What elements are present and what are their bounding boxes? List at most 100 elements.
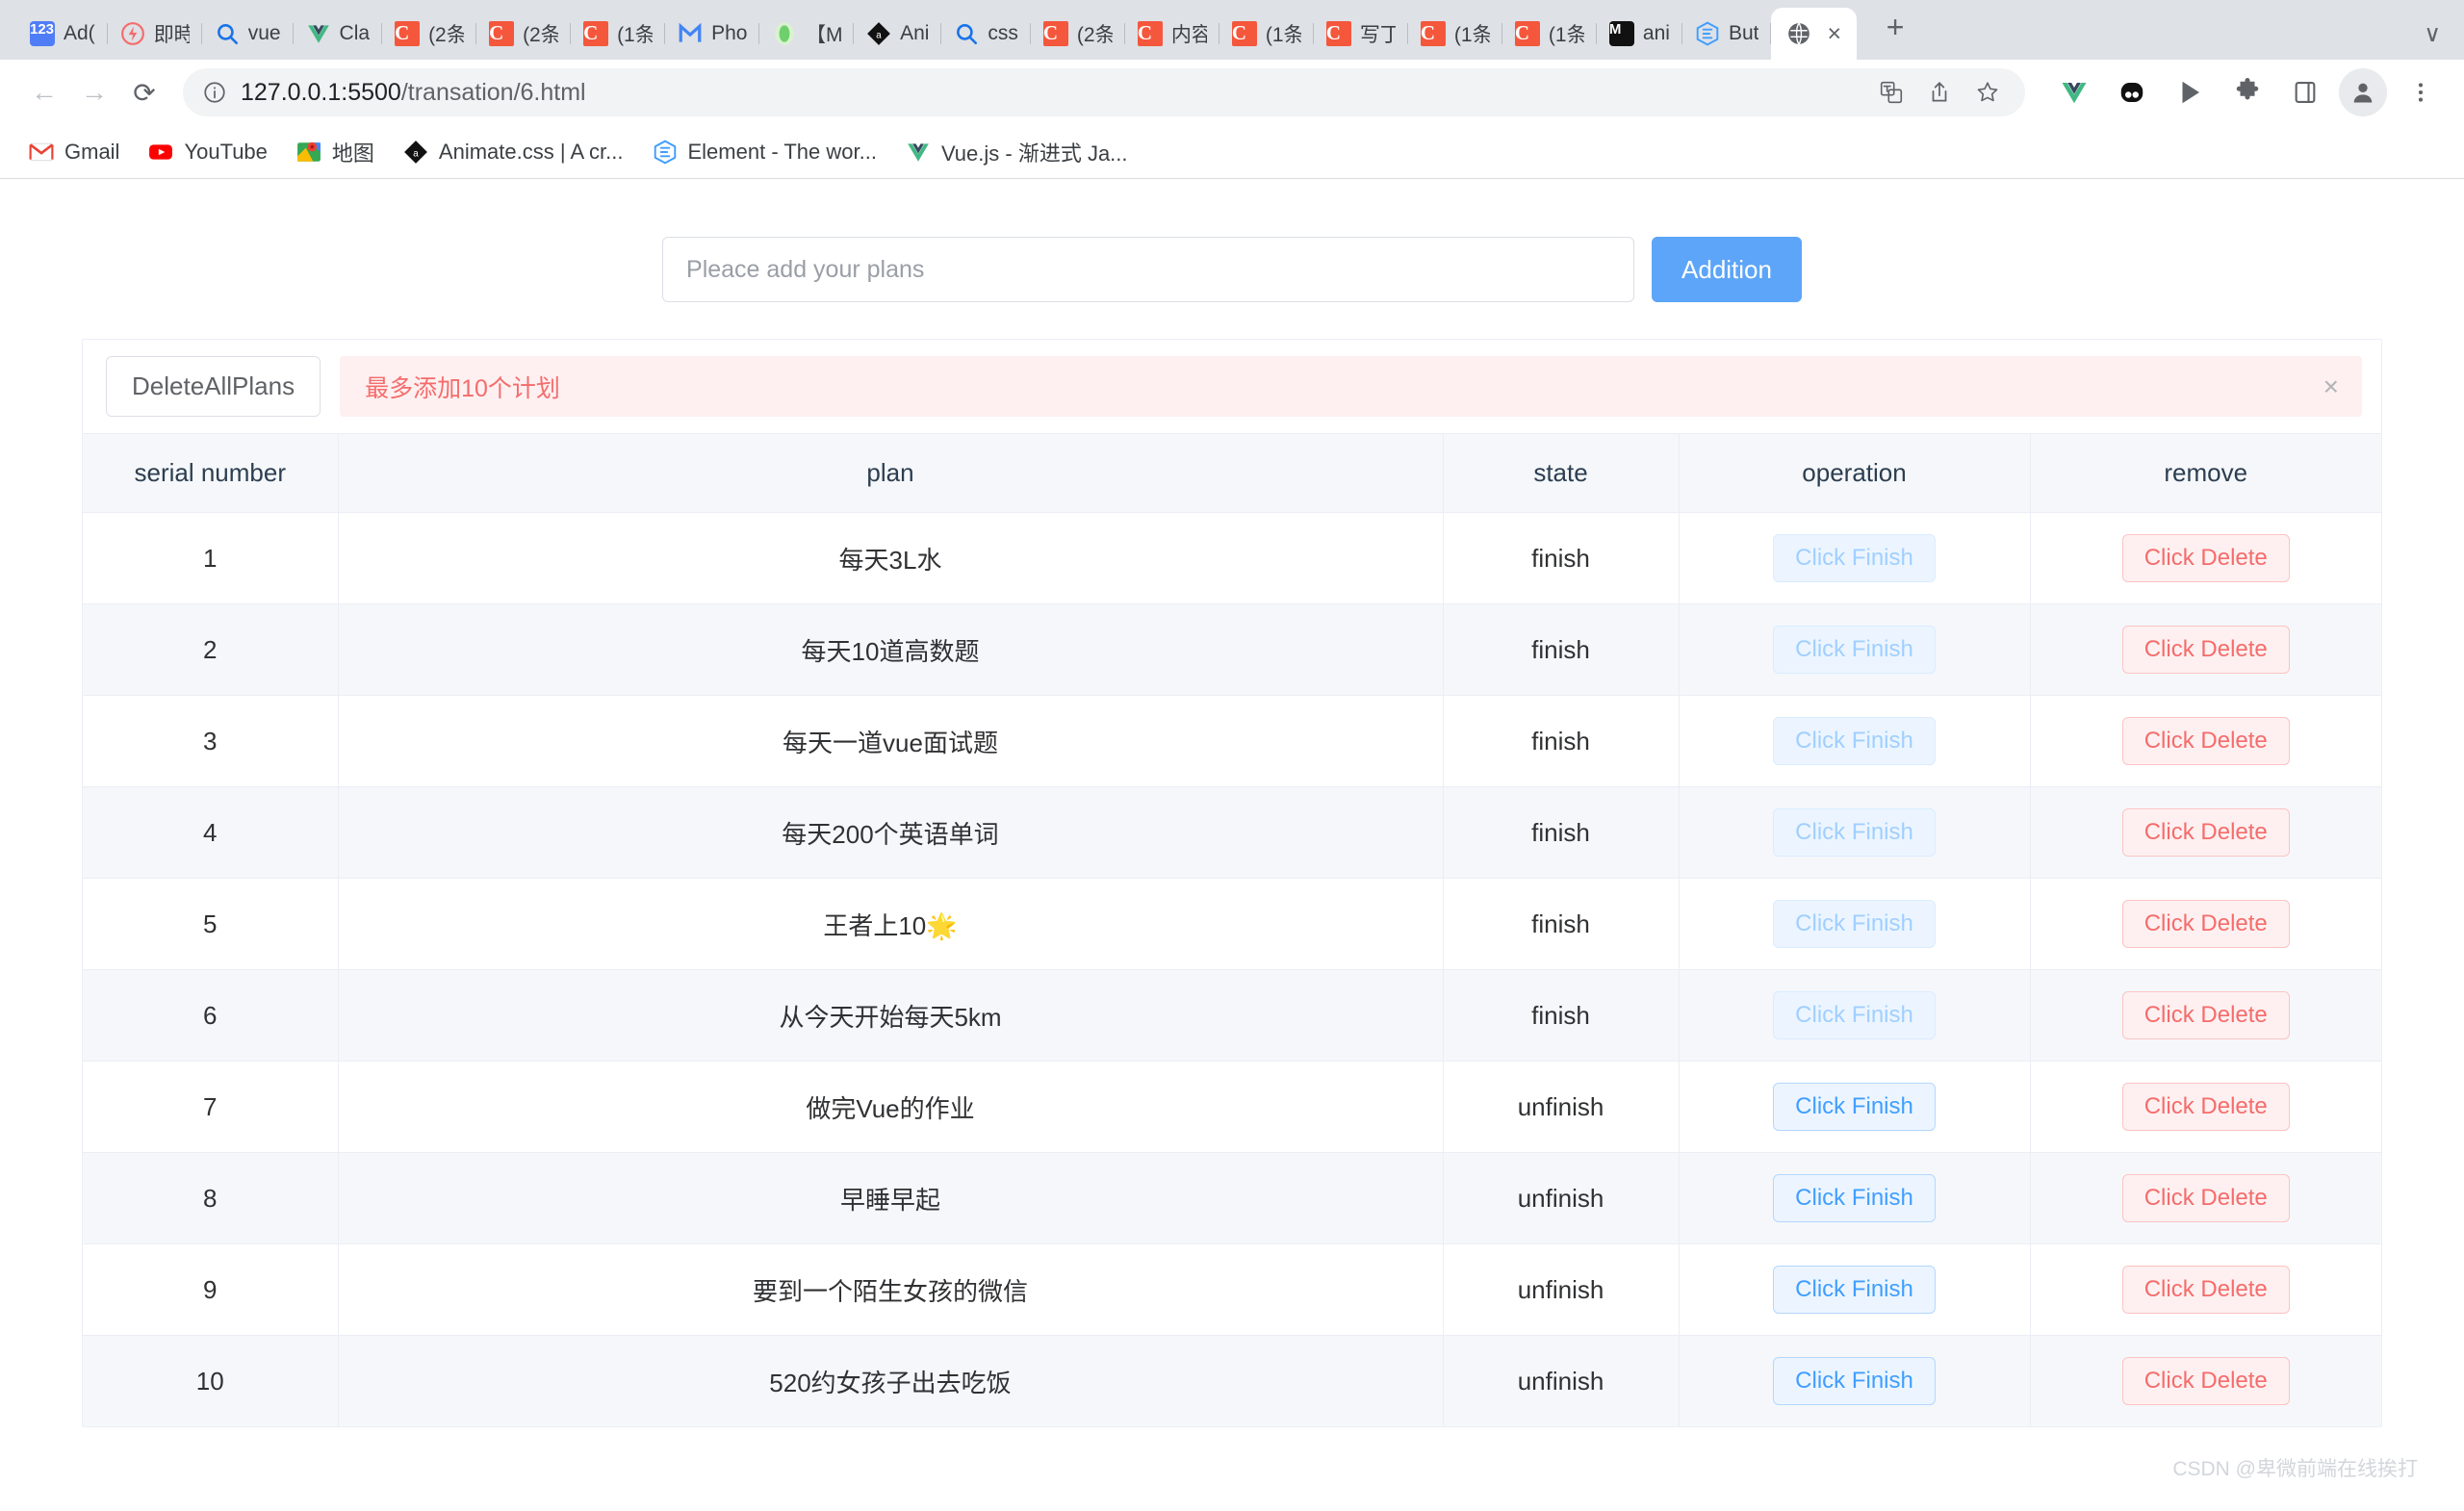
vue-icon bbox=[306, 21, 331, 46]
cell-state: unfinish bbox=[1443, 1152, 1680, 1244]
click-delete-button[interactable]: Click Delete bbox=[2121, 1357, 2290, 1405]
cell-operation: Click Finish bbox=[1679, 695, 2031, 787]
table-header-row: serial number plan state operation remov… bbox=[83, 434, 2381, 513]
click-delete-button[interactable]: Click Delete bbox=[2121, 626, 2290, 674]
youtube-icon bbox=[148, 140, 173, 165]
bookmark-maps[interactable]: 地图 bbox=[285, 131, 386, 173]
cell-remove: Click Delete bbox=[2030, 1061, 2381, 1153]
limit-alert: 最多添加10个计划 × bbox=[340, 356, 2362, 417]
tab-1[interactable]: 即時 bbox=[108, 8, 202, 60]
tab-11[interactable]: C (2条 bbox=[1031, 8, 1125, 60]
tab-12[interactable]: C 内容 bbox=[1125, 8, 1219, 60]
profile-avatar-icon[interactable] bbox=[2339, 68, 2387, 116]
tab-label: ani bbox=[1642, 22, 1670, 44]
tab-13[interactable]: C (1条 bbox=[1219, 8, 1314, 60]
click-delete-button[interactable]: Click Delete bbox=[2121, 717, 2290, 765]
browser-toolbar: ← → ⟳ 127.0.0.1:5500/transation/6.html bbox=[0, 60, 2464, 125]
click-finish-button[interactable]: Click Finish bbox=[1773, 1083, 1936, 1131]
tab-9[interactable]: a Ani bbox=[854, 8, 942, 60]
lightning-red-icon bbox=[120, 21, 145, 46]
tab-4[interactable]: C (2条 bbox=[382, 8, 477, 60]
share-icon[interactable] bbox=[1917, 70, 1962, 115]
new-tab-button[interactable]: + bbox=[1874, 6, 1916, 48]
gmail-m-icon bbox=[678, 21, 703, 46]
plan-input[interactable] bbox=[662, 237, 1635, 302]
tab-16[interactable]: C (1条 bbox=[1502, 8, 1597, 60]
bookmark-gmail[interactable]: Gmail bbox=[17, 134, 131, 170]
tab-5[interactable]: C (2条 bbox=[476, 8, 572, 60]
delete-all-plans-button[interactable]: DeleteAllPlans bbox=[106, 356, 321, 417]
tab-label: Cla bbox=[339, 22, 371, 44]
bookmark-label: Vue.js - 渐进式 Ja... bbox=[940, 141, 1128, 166]
click-finish-button: Click Finish bbox=[1773, 991, 1936, 1039]
tab-2[interactable]: vue bbox=[202, 8, 294, 60]
tab-18[interactable]: But bbox=[1682, 8, 1772, 60]
tab-15[interactable]: C (1条 bbox=[1408, 8, 1502, 60]
click-finish-button: Click Finish bbox=[1773, 534, 1936, 582]
back-button[interactable]: ← bbox=[19, 67, 69, 117]
play-icon[interactable] bbox=[2166, 68, 2214, 116]
element-ui-icon bbox=[653, 140, 678, 165]
bookmark-star-icon[interactable] bbox=[1965, 70, 2010, 115]
sidepanel-icon[interactable] bbox=[2281, 68, 2329, 116]
csdn-icon: C bbox=[395, 21, 421, 46]
reload-button[interactable]: ⟳ bbox=[119, 67, 169, 117]
search-blue-icon bbox=[215, 21, 240, 46]
vue-icon bbox=[906, 140, 931, 165]
address-bar[interactable]: 127.0.0.1:5500/transation/6.html bbox=[183, 68, 2025, 116]
click-finish-button[interactable]: Click Finish bbox=[1773, 1266, 1936, 1314]
csdn-icon: C bbox=[1514, 21, 1540, 46]
cell-plan: 每天10道高数题 bbox=[338, 603, 1444, 696]
chrome-menu-icon[interactable] bbox=[2397, 68, 2445, 116]
tab-17[interactable]: Mani bbox=[1597, 8, 1682, 60]
close-icon[interactable]: × bbox=[2323, 372, 2339, 400]
table-row: 10 520约女孩子出去吃饭 unfinish Click Finish Click D… bbox=[83, 1335, 2381, 1426]
click-delete-button[interactable]: Click Delete bbox=[2121, 1266, 2290, 1314]
tab-8[interactable]: 【M bbox=[759, 8, 855, 60]
table-body: 1 每天3L水 finish Click Finish Click Delete 2 每天1… bbox=[83, 512, 2381, 1426]
search-blue-icon bbox=[954, 21, 979, 46]
tab-14[interactable]: C 写丁 bbox=[1314, 8, 1408, 60]
bookmark-label: Animate.css | A cr... bbox=[438, 139, 624, 164]
tab-0[interactable]: 123 Ad( bbox=[17, 8, 108, 60]
tab-label: Ani bbox=[900, 22, 930, 44]
bookmark-youtube[interactable]: YouTube bbox=[137, 134, 278, 170]
cell-remove: Click Delete bbox=[2030, 1243, 2381, 1336]
site-info-icon[interactable] bbox=[198, 76, 231, 109]
medium-icon: M bbox=[1608, 21, 1634, 46]
bookmark-label: 地图 bbox=[331, 141, 374, 166]
csdn-icon: C bbox=[1420, 21, 1446, 46]
bookmark-element-ui[interactable]: Element - The wor... bbox=[641, 134, 888, 170]
tab-3[interactable]: Cla bbox=[294, 8, 383, 60]
click-delete-button[interactable]: Click Delete bbox=[2121, 1083, 2290, 1131]
tab-6[interactable]: C (1条 bbox=[571, 8, 666, 60]
forward-button[interactable]: → bbox=[69, 67, 119, 117]
click-delete-button[interactable]: Click Delete bbox=[2121, 900, 2290, 948]
tab-10[interactable]: css bbox=[941, 8, 1031, 60]
translate-icon[interactable] bbox=[1869, 70, 1913, 115]
tab-label: css bbox=[988, 22, 1018, 44]
click-finish-button[interactable]: Click Finish bbox=[1773, 1357, 1936, 1405]
bookmark-animate-css[interactable]: a Animate.css | A cr... bbox=[392, 134, 635, 170]
tab-close-icon[interactable]: × bbox=[1827, 21, 1841, 46]
animate-css-icon: a bbox=[866, 21, 891, 46]
extension-dark-icon[interactable] bbox=[2108, 68, 2156, 116]
click-finish-button[interactable]: Click Finish bbox=[1773, 1174, 1936, 1222]
addition-button[interactable]: Addition bbox=[1652, 237, 1802, 302]
cell-serial: 4 bbox=[83, 786, 339, 879]
click-delete-button[interactable]: Click Delete bbox=[2121, 1174, 2290, 1222]
cell-remove: Click Delete bbox=[2030, 786, 2381, 879]
bookmark-vuejs[interactable]: Vue.js - 渐进式 Ja... bbox=[894, 131, 1140, 173]
url-host: 127.0.0.1:5500 bbox=[241, 78, 401, 106]
click-delete-button[interactable]: Click Delete bbox=[2121, 534, 2290, 582]
tab-search-chevron-icon[interactable]: ∨ bbox=[2424, 20, 2441, 48]
vue-devtools-icon[interactable] bbox=[2050, 68, 2098, 116]
tab-active[interactable]: × bbox=[1771, 8, 1858, 60]
cell-operation: Click Finish bbox=[1679, 1061, 2031, 1153]
table-row: 6 从今天开始每天5km finish Click Finish Click Delet… bbox=[83, 969, 2381, 1062]
cell-operation: Click Finish bbox=[1679, 1335, 2031, 1426]
tab-7[interactable]: Pho bbox=[665, 8, 760, 60]
click-delete-button[interactable]: Click Delete bbox=[2121, 808, 2290, 857]
click-delete-button[interactable]: Click Delete bbox=[2121, 991, 2290, 1039]
puzzle-icon[interactable] bbox=[2223, 68, 2272, 116]
